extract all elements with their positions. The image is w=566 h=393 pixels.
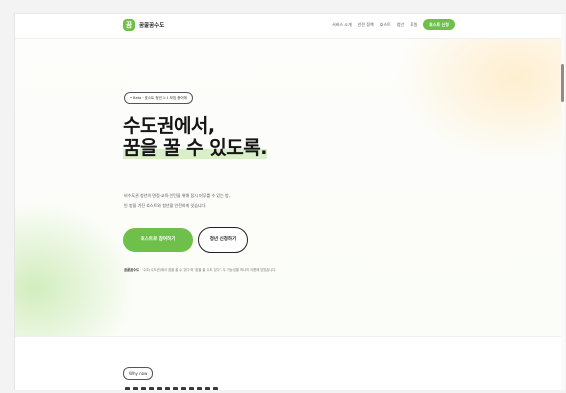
page-scrollbar[interactable]: [561, 14, 565, 390]
headline-line-1: 수도권에서,: [123, 115, 215, 137]
section-divider: [15, 336, 565, 337]
nav-item-youth[interactable]: 청년: [397, 22, 404, 28]
scrollbar-thumb[interactable]: [561, 64, 564, 102]
hero-background: [15, 38, 565, 336]
brand-name: 꿈꿀꿈수도: [139, 23, 165, 29]
note-brand: 꿈꿀꿈수도: [124, 268, 140, 272]
youth-apply-button[interactable]: 청년 신청하기: [198, 227, 248, 253]
headline-line-2: 꿈을 꿀 수 있도록.: [123, 137, 267, 159]
site-header: 꿈 꿈꿀꿈수도 서비스 소개 안전 정책 호스트 청년 후원 호스트 신청: [15, 14, 565, 39]
description-line-2: 빈 방을 가진 호스트와 청년을 안전하게 잇습니다.: [124, 203, 207, 208]
brand-link[interactable]: 꿈 꿈꿀꿈수도: [123, 19, 164, 31]
brand-logo-icon: 꿈: [123, 19, 135, 31]
host-apply-button[interactable]: 호스트 신청: [423, 19, 455, 30]
nav-item-safety[interactable]: 안전 정책: [358, 22, 374, 28]
beta-badge: • Beta · 호스트 청년 1:1 모집 중이에: [124, 92, 193, 104]
hero-headline: 수도권에서, 꿈을 꿀 수 있도록.: [123, 115, 267, 159]
nav-item-about[interactable]: 서비스 소개: [332, 22, 352, 28]
note-text: · '수도(수도권)에서 꿈을 꿀 수 있다'와 '꿈을 꿀 수도 있다', 두…: [139, 268, 277, 272]
why-now-badge: Why now: [123, 367, 154, 380]
hero-description: 비수도권 청년의 면접·교육·인턴을 위해 잠시 머무를 수 있는 방, 빈 방…: [124, 191, 230, 211]
nav-item-donate[interactable]: 후원: [410, 22, 417, 28]
section-heading-cropped: [125, 387, 225, 390]
browser-viewport: 꿈 꿈꿀꿈수도 서비스 소개 안전 정책 호스트 청년 후원 호스트 신청 • …: [14, 13, 565, 390]
brand-name-note: 꿈꿀꿈수도 · '수도(수도권)에서 꿈을 꿀 수 있다'와 '꿈을 꿀 수도 …: [124, 267, 309, 273]
main-nav: 서비스 소개 안전 정책 호스트 청년 후원: [332, 22, 417, 28]
join-as-host-button[interactable]: 호스트로 참여하기: [123, 228, 193, 252]
nav-item-host[interactable]: 호스트: [380, 22, 391, 28]
description-line-1: 비수도권 청년의 면접·교육·인턴을 위해 잠시 머무를 수 있는 방,: [124, 193, 230, 198]
